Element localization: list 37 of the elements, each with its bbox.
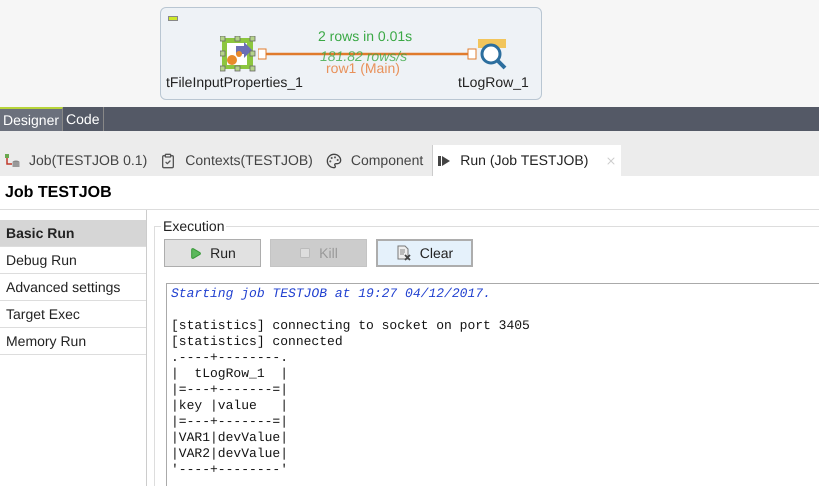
console-line: | tLogRow_1 | xyxy=(171,366,288,382)
sidebar-item[interactable]: Target Exec xyxy=(0,301,146,328)
node-label: tFileInputProperties_1 xyxy=(166,73,303,92)
sidebar-item[interactable]: Debug Run xyxy=(0,247,146,274)
clear-button[interactable]: Clear xyxy=(376,239,473,267)
console-line: .----+--------. xyxy=(171,350,288,366)
view-title: Job TESTJOB xyxy=(0,176,819,210)
row-stats: 2 rows in 0.01s xyxy=(318,27,412,46)
console-line: |=---+-------=| xyxy=(171,382,288,398)
console-line: |VAR2|devValue| xyxy=(171,446,288,462)
clipboard-check-icon xyxy=(160,152,176,168)
job-tree-icon xyxy=(4,152,20,168)
stop-icon xyxy=(299,247,312,259)
console-line: |VAR1|devValue| xyxy=(171,430,288,446)
console-line: Starting job TESTJOB at 19:27 04/12/2017. xyxy=(171,286,491,302)
console-line: |key |value | xyxy=(171,398,288,414)
console-line: [statistics] connecting to socket on port 3405 xyxy=(171,318,530,334)
play-icon xyxy=(189,246,202,260)
sidebar-item[interactable]: Basic Run xyxy=(0,220,146,247)
subjob-indicator xyxy=(168,16,178,21)
console-line: |=---+-------=| xyxy=(171,414,288,430)
console-line: '----+--------' xyxy=(171,462,288,478)
view-tab[interactable]: Component xyxy=(322,145,428,176)
sidebar-item[interactable]: Memory Run xyxy=(0,328,146,355)
sidebar-item[interactable]: Advanced settings xyxy=(0,274,146,301)
palette-icon xyxy=(326,152,342,168)
view-tab[interactable]: Run (Job TESTJOB) xyxy=(432,145,622,176)
run-button[interactable]: Run xyxy=(164,239,261,267)
node-label: tLogRow_1 xyxy=(458,73,529,92)
console-line: [statistics] connected xyxy=(171,334,343,350)
run-icon xyxy=(437,154,452,168)
clear-document-icon xyxy=(396,245,412,261)
view-tab[interactable]: Job(TESTJOB 0.1) xyxy=(0,145,152,176)
link-label: row1 (Main) xyxy=(326,60,400,78)
file-input-component-icon[interactable] xyxy=(220,36,256,72)
view-tab[interactable]: Contexts(TESTJOB) xyxy=(156,145,317,176)
editor-tab[interactable]: Designer xyxy=(0,107,64,131)
